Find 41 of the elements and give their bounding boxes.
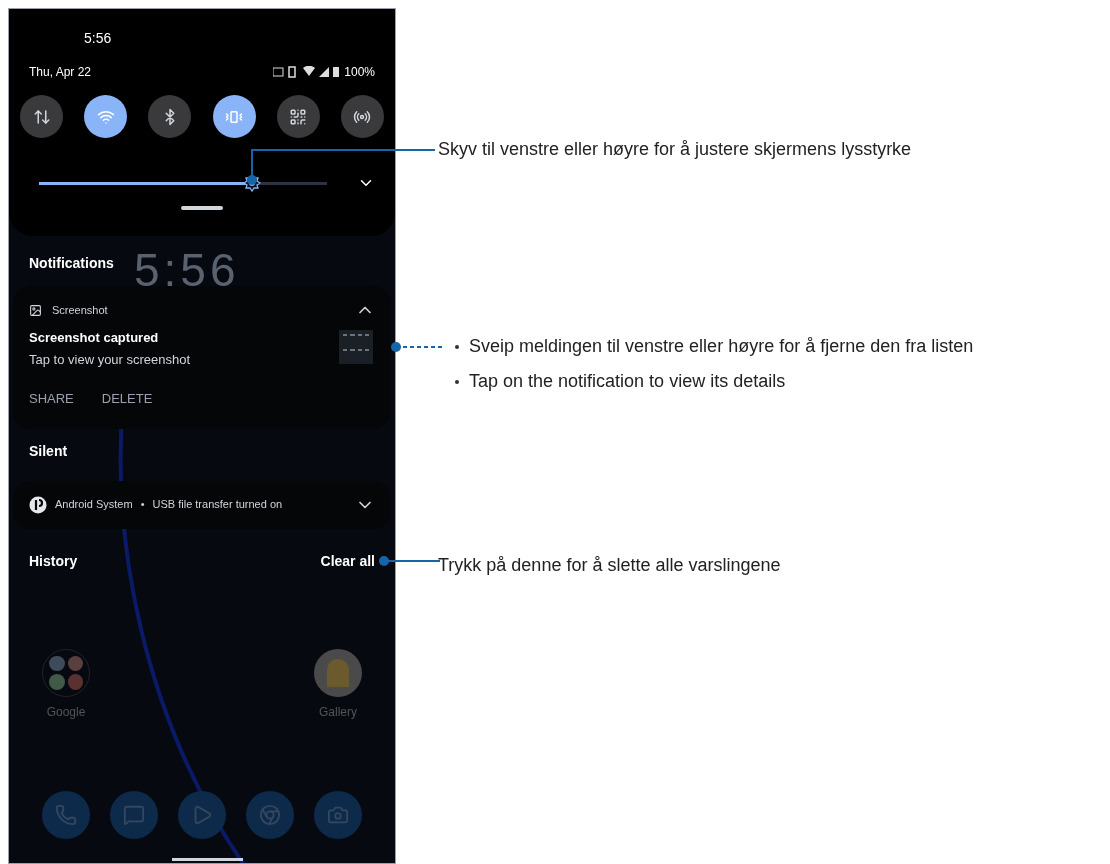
- notification-action[interactable]: DELETE: [101, 389, 153, 409]
- notification-card[interactable]: Android System • USB file transfer turned on: [13, 480, 391, 529]
- data-icon: [32, 107, 51, 126]
- notification-text: USB file transfer turned on: [152, 497, 283, 513]
- quick-tile[interactable]: [20, 95, 63, 138]
- notification-card[interactable]: Screenshot Screenshot captured Tap to view your screenshot SHARE DELETE: [13, 286, 391, 429]
- app-label: Gallery: [319, 703, 357, 721]
- battery-level: 100%: [344, 64, 375, 81]
- notification-text: Tap to view your screenshot: [29, 350, 191, 369]
- qr-icon: [289, 107, 308, 126]
- app-name: Android System: [55, 497, 133, 513]
- section-header: Notifications: [29, 253, 114, 273]
- quick-tile[interactable]: [340, 95, 384, 138]
- drag-handle[interactable]: [181, 206, 223, 210]
- clear-all-button[interactable]: Clear all: [320, 551, 375, 572]
- leader-line: [378, 555, 440, 567]
- screenshot-thumbnail: [339, 330, 373, 364]
- notification-title: Screenshot captured: [29, 329, 160, 347]
- clock: 5:56: [84, 29, 112, 48]
- bullet-icon: [455, 379, 459, 384]
- app-label: Google: [46, 703, 86, 721]
- image-icon: [29, 303, 42, 317]
- callout-text: Skyv til venstre eller høyre for å justere skjermens lysstyrke: [438, 138, 912, 161]
- notification-action[interactable]: SHARE: [29, 389, 74, 409]
- section-header: Silent: [29, 442, 68, 461]
- section-header: History: [29, 552, 78, 571]
- system-icon: [29, 495, 47, 514]
- quick-tile[interactable]: [84, 95, 128, 138]
- app-name: Screenshot: [52, 302, 108, 318]
- callout-text: Sveip meldingen til venstre eller høyre for å fjerne den fra listen: [469, 335, 974, 358]
- status-icons-drawing: [273, 66, 340, 78]
- brightness-slider[interactable]: [39, 175, 327, 191]
- leader-line: [390, 341, 442, 353]
- callout-text: Trykk på denne for å slette alle varslingene: [438, 554, 781, 577]
- bullet-icon: [455, 344, 459, 349]
- quick-tile[interactable]: [276, 95, 320, 138]
- date: Thu, Apr 22: [29, 64, 92, 81]
- quick-tile[interactable]: [212, 95, 256, 138]
- callout-text: Tap on the notification to view its details: [469, 370, 786, 393]
- separator-dot: •: [140, 497, 145, 513]
- quick-tile[interactable]: [148, 95, 192, 138]
